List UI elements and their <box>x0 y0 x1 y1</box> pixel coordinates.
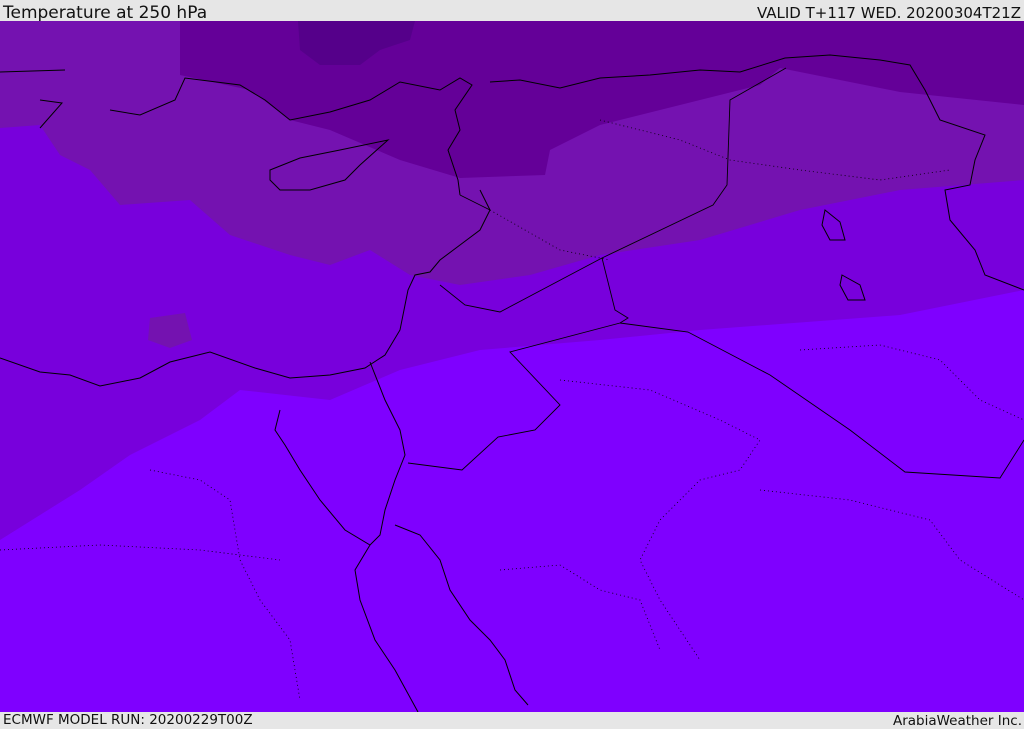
footer-bar: ECMWF MODEL RUN: 20200229T00Z ArabiaWeat… <box>0 712 1024 729</box>
model-run: ECMWF MODEL RUN: 20200229T00Z <box>3 712 253 728</box>
map-title: Temperature at 250 hPa <box>3 3 208 23</box>
temperature-map <box>0 21 1024 712</box>
credit: ArabiaWeather Inc. <box>892 713 1022 729</box>
valid-time: VALID T+117 WED. 20200304T21Z <box>756 4 1021 22</box>
header-bar: Temperature at 250 hPa VALID T+117 WED. … <box>0 0 1024 23</box>
